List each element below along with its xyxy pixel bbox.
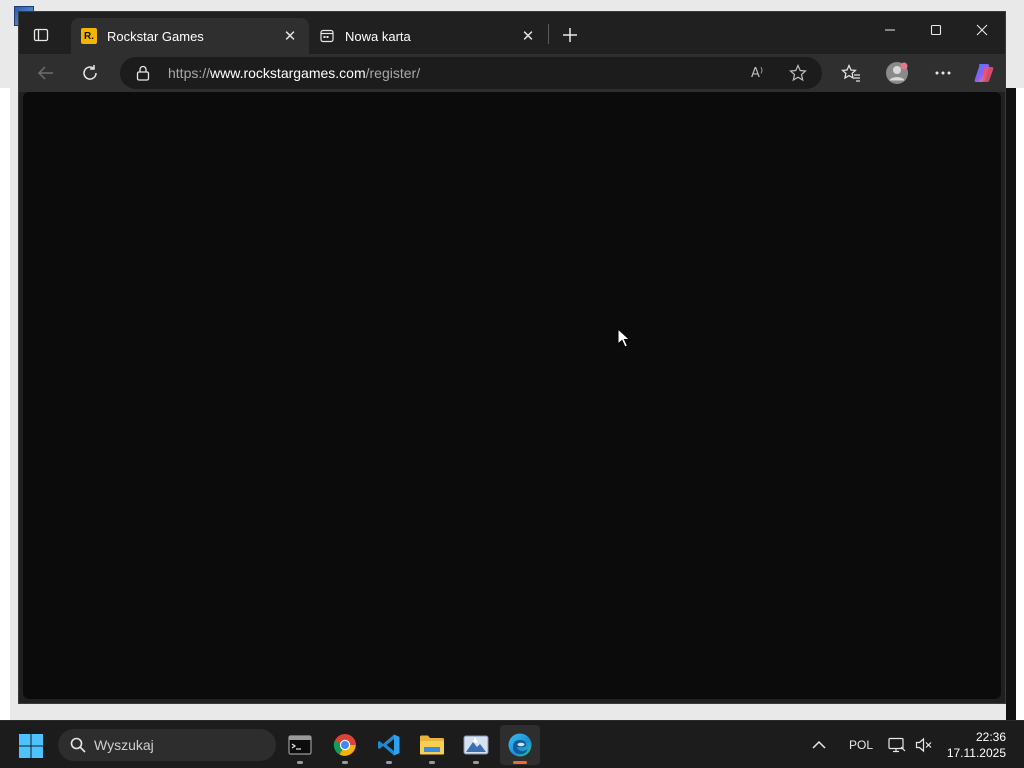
minimize-icon bbox=[885, 29, 895, 31]
search-icon bbox=[70, 737, 86, 753]
tab-actions-button[interactable] bbox=[29, 23, 53, 47]
background-window-edge bbox=[1016, 88, 1024, 720]
taskbar-app-photos[interactable] bbox=[456, 725, 496, 765]
running-indicator bbox=[429, 761, 435, 764]
read-aloud-glyph: A⁾ bbox=[750, 65, 764, 81]
profile-button[interactable] bbox=[883, 59, 911, 87]
clock-time: 22:36 bbox=[975, 730, 1006, 744]
new-tab-button[interactable] bbox=[557, 22, 583, 48]
close-window-button[interactable] bbox=[959, 12, 1005, 48]
url-path: /register/ bbox=[365, 65, 421, 81]
close-tab-icon[interactable]: ✕ bbox=[281, 27, 299, 45]
page-viewport[interactable] bbox=[23, 92, 1001, 699]
taskbar-search[interactable]: Wyszukaj bbox=[58, 729, 276, 761]
copilot-icon bbox=[974, 64, 994, 82]
active-indicator bbox=[513, 761, 527, 764]
volume-muted-icon bbox=[915, 737, 932, 753]
language-label: POL bbox=[849, 738, 874, 752]
favorite-star-icon[interactable] bbox=[787, 62, 809, 84]
back-arrow-icon bbox=[37, 66, 53, 80]
background-window-edge bbox=[1006, 88, 1016, 720]
plus-icon bbox=[563, 28, 577, 42]
browser-toolbar: https://www.rockstargames.com/register/ … bbox=[19, 54, 1005, 92]
taskbar-app-chrome[interactable] bbox=[325, 725, 365, 765]
tab-rockstar-games[interactable]: R. Rockstar Games ✕ bbox=[71, 18, 309, 54]
running-indicator bbox=[342, 761, 348, 764]
taskbar-app-terminal[interactable] bbox=[280, 725, 320, 765]
back-button[interactable] bbox=[32, 59, 60, 87]
tab-title: Rockstar Games bbox=[107, 28, 204, 44]
network-button[interactable] bbox=[888, 721, 906, 768]
new-tab-favicon bbox=[319, 28, 335, 44]
windows-logo-icon bbox=[19, 734, 43, 758]
chrome-icon bbox=[333, 734, 356, 756]
running-indicator bbox=[386, 761, 392, 764]
photos-icon bbox=[463, 735, 489, 755]
url-domain: www.rockstargames.com bbox=[210, 65, 366, 81]
start-button[interactable] bbox=[18, 733, 44, 759]
browser-window: R. Rockstar Games ✕ Nowa karta ✕ https:/… bbox=[18, 11, 1006, 704]
favorites-list-icon bbox=[841, 64, 860, 82]
minimize-button[interactable] bbox=[867, 12, 913, 48]
close-icon bbox=[976, 24, 988, 36]
close-tab-icon[interactable]: ✕ bbox=[519, 27, 537, 45]
taskbar-app-vscode[interactable] bbox=[369, 725, 409, 765]
ellipsis-icon bbox=[935, 71, 951, 75]
taskbar-app-file-explorer[interactable] bbox=[412, 725, 452, 765]
edge-icon bbox=[508, 733, 532, 757]
lock-icon[interactable] bbox=[134, 64, 152, 82]
refresh-icon bbox=[83, 65, 97, 80]
vscode-icon bbox=[378, 734, 400, 756]
maximize-button[interactable] bbox=[913, 12, 959, 48]
window-controls bbox=[867, 12, 1005, 48]
address-bar[interactable]: https://www.rockstargames.com/register/ … bbox=[120, 57, 822, 89]
copilot-button[interactable] bbox=[970, 59, 998, 87]
network-icon bbox=[888, 737, 906, 753]
search-placeholder: Wyszukaj bbox=[94, 737, 154, 753]
chevron-up-icon bbox=[812, 740, 826, 749]
mouse-cursor-icon bbox=[617, 328, 631, 348]
rockstar-favicon: R. bbox=[81, 28, 97, 44]
tab-title: Nowa karta bbox=[345, 28, 411, 44]
language-indicator[interactable]: POL bbox=[849, 721, 873, 768]
clock[interactable]: 22:36 17.11.2025 bbox=[947, 729, 1006, 761]
maximize-icon bbox=[930, 24, 942, 36]
running-indicator bbox=[297, 761, 303, 764]
profile-avatar-icon bbox=[886, 62, 908, 84]
read-aloud-icon[interactable]: A⁾ bbox=[746, 62, 768, 84]
volume-button[interactable] bbox=[915, 721, 933, 768]
tab-strip: R. Rockstar Games ✕ Nowa karta ✕ bbox=[19, 12, 1005, 54]
more-options-button[interactable] bbox=[929, 59, 957, 87]
running-indicator bbox=[473, 761, 479, 764]
clock-date: 17.11.2025 bbox=[946, 746, 1006, 760]
url-text: https://www.rockstargames.com/register/ bbox=[168, 65, 420, 81]
tab-actions-icon bbox=[33, 28, 49, 42]
taskbar: Wyszukaj POL 22:36 17.11.2025 bbox=[0, 720, 1024, 768]
refresh-button[interactable] bbox=[76, 59, 104, 87]
tab-nowa-karta[interactable]: Nowa karta ✕ bbox=[309, 18, 547, 54]
tray-overflow-button[interactable] bbox=[812, 721, 826, 768]
file-explorer-icon bbox=[420, 735, 444, 755]
background-window-edge bbox=[0, 88, 10, 720]
taskbar-app-edge[interactable] bbox=[500, 725, 540, 765]
tab-separator bbox=[548, 24, 549, 44]
terminal-icon bbox=[288, 735, 312, 755]
url-scheme: https:// bbox=[168, 65, 211, 81]
favorites-button[interactable] bbox=[837, 59, 865, 87]
